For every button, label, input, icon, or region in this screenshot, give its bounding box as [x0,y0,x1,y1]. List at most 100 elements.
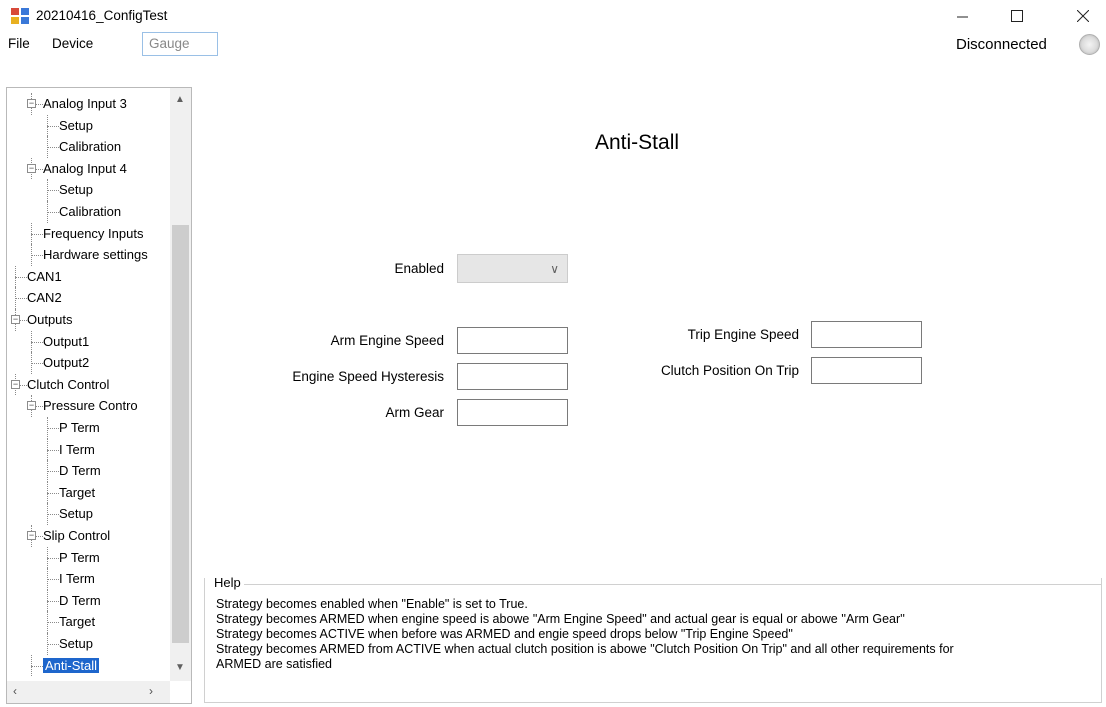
tree-connector [31,330,32,353]
tree-item[interactable]: Frequency Inputs [43,223,143,244]
tree-connector [47,546,48,569]
tree-item-label: Output1 [43,333,90,349]
tree-connector [31,341,43,343]
enabled-select[interactable]: ∨ [457,254,568,283]
tree-item[interactable]: D Term [59,460,101,481]
tree-item[interactable]: Analog Input 3 [43,93,127,114]
tree-item[interactable]: Target [59,482,95,503]
minimize-button[interactable] [940,0,986,32]
tree-item-label: Pressure Contro [43,398,138,414]
tree-item[interactable]: CAN1 [27,266,62,287]
collapse-toggle-icon[interactable]: − [11,315,20,324]
tree-item[interactable]: Pressure Contro [43,395,138,416]
tree-connector [47,449,59,451]
tree-item[interactable]: Setup [59,115,93,136]
tree-item[interactable]: D Term [59,590,101,611]
collapse-toggle-icon[interactable]: − [11,379,20,389]
tree-item[interactable]: Anti-Stall [43,655,100,676]
tree-item[interactable]: Hardware settings [43,244,148,265]
tree-connector [47,503,48,525]
tree-connector [47,568,48,590]
tree-connector [47,492,59,494]
navigation-tree[interactable]: − Analog Input 3 Setup Calibration − Analog I… [6,87,192,704]
tree-connector [31,222,32,245]
tree-connector [47,438,48,461]
tree-horizontal-scrollbar[interactable]: ‹ › [7,681,170,703]
maximize-button[interactable] [994,0,1040,32]
menu-device[interactable]: Device [52,36,93,51]
tree-connector [47,460,48,482]
collapse-toggle-icon[interactable]: − [27,401,36,411]
tree-item[interactable]: Target [59,611,95,632]
tree-item-label: Setup [59,182,93,198]
tree-item[interactable]: Output1 [43,331,89,352]
tree-connector [47,481,48,504]
close-icon [1077,10,1089,22]
close-button[interactable] [1060,0,1106,32]
app-icon [11,8,29,24]
menu-bar: File Device Gauge [0,32,1106,56]
tree-connector [47,136,48,158]
collapse-toggle-icon[interactable]: − [27,99,36,108]
tree-item-label: I Term [59,571,95,587]
menu-gauge[interactable]: Gauge [142,32,218,56]
tree-connector [47,611,48,633]
tree-item[interactable]: Slip Control [43,525,110,546]
scroll-right-icon[interactable]: › [149,684,153,698]
scrollbar-thumb[interactable] [172,225,189,643]
minimize-icon [957,16,968,18]
tree-item[interactable]: Output2 [43,352,89,373]
tree-item-label: P Term [59,549,100,565]
tree-item-label: Calibration [59,204,122,219]
tree-item-label: Setup [59,636,93,651]
tree-item[interactable]: P Term [59,417,100,438]
tree-item[interactable]: Setup [59,633,93,654]
trip-engine-speed-label: Trip Engine Speed [687,327,799,342]
tree-item[interactable]: Setup [59,179,93,200]
clutch-position-on-trip-input[interactable] [811,357,922,384]
menu-file[interactable]: File [8,36,30,51]
tree-item[interactable]: Clutch Control [27,374,109,395]
collapse-toggle-icon[interactable]: − [27,163,36,173]
tree-connector [31,233,43,235]
tree-item-label: Clutch Control [27,376,110,392]
help-line: Strategy becomes ARMED from ACTIVE when … [216,642,954,656]
help-line: Strategy becomes enabled when "Enable" i… [216,597,528,611]
tree-connector [47,557,59,559]
tree-connector [31,654,32,677]
tree-item[interactable]: P Term [59,547,100,568]
scroll-left-icon[interactable]: ‹ [13,684,17,698]
tree-vertical-scrollbar[interactable]: ▲ ▼ [170,88,191,681]
arm-gear-input[interactable] [457,399,568,426]
tree-item-label: Frequency Inputs [43,225,144,241]
tree-item[interactable]: CAN2 [27,287,62,308]
tree-item-label: CAN1 [27,268,62,284]
help-line: Strategy becomes ARMED when engine speed… [216,612,905,626]
title-bar: 20210416_ConfigTest [0,0,1106,32]
maximize-icon [1011,10,1023,22]
tree-item-label: Slip Control [43,528,111,543]
tree-item[interactable]: Analog Input 4 [43,158,127,179]
chevron-down-icon: ∨ [550,262,559,276]
tree-connector [47,579,59,581]
tree-connector [47,125,59,127]
tree-item[interactable]: I Term [59,568,95,589]
arm-engine-speed-input[interactable] [457,327,568,354]
scroll-up-icon[interactable]: ▲ [175,94,185,105]
help-legend: Help [214,575,244,590]
tree-item[interactable]: Calibration [59,201,121,222]
tree-item[interactable]: Setup [59,503,93,524]
tree-item[interactable]: Outputs [27,309,73,330]
collapse-toggle-icon[interactable]: − [27,531,36,540]
trip-engine-speed-input[interactable] [811,321,922,348]
engine-speed-hysteresis-input[interactable] [457,363,568,390]
window-title: 20210416_ConfigTest [36,8,168,23]
tree-item[interactable]: I Term [59,439,95,460]
tree-item-label: Hardware settings [43,247,148,263]
tree-connector [47,114,48,137]
tree-item-label: Output2 [43,355,90,371]
tree-item[interactable]: Calibration [59,136,121,157]
tree-item-label: Target [59,484,96,500]
scroll-down-icon[interactable]: ▼ [175,662,185,673]
help-line: ARMED are satisfied [216,657,333,671]
